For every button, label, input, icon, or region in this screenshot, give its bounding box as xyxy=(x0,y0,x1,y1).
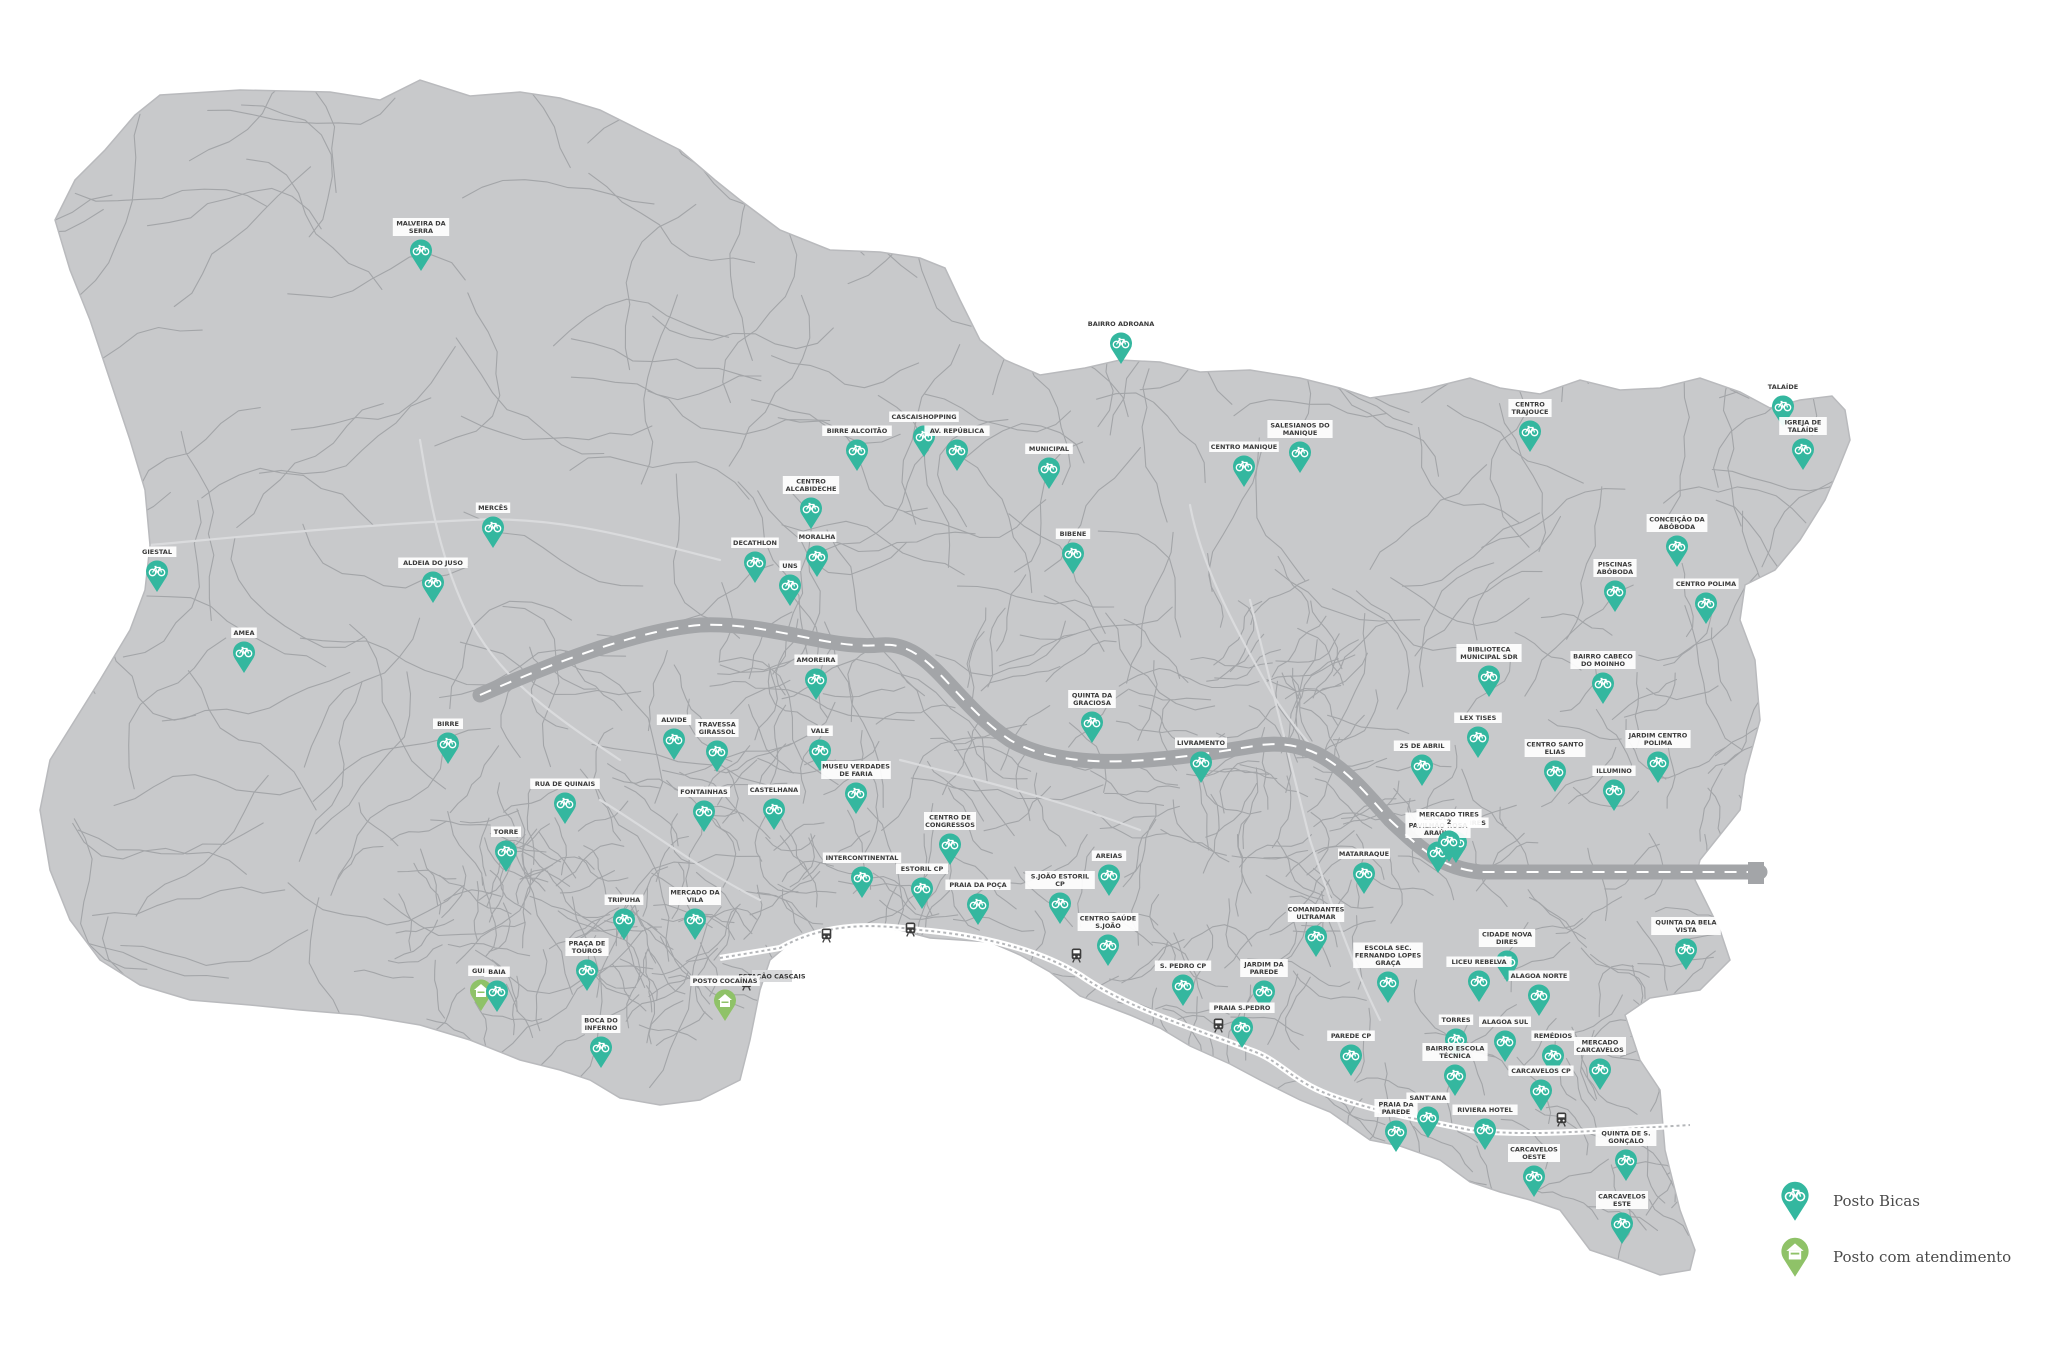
station-label: ILLUMINO xyxy=(1596,767,1632,775)
station-label: TRAJOUCE xyxy=(1512,408,1549,416)
station-label: GIESTAL xyxy=(142,548,172,556)
municipality-map: ESTAÇÃO CASCAIS MALVEIRA DASERRABAIRRO A… xyxy=(39,79,1851,1276)
station-label: ESTORIL CP xyxy=(901,865,944,873)
station-label: TOUROS xyxy=(572,947,603,955)
station-label: ALAGOA NORTE xyxy=(1511,972,1568,980)
station-label: CONGRESSOS xyxy=(925,821,975,829)
train-station-icon xyxy=(905,922,916,937)
station-label: LEX TISES xyxy=(1460,714,1497,722)
station-label: CARCAVELOS xyxy=(1576,1046,1624,1054)
legend-item-bicas: Posto Bicas xyxy=(1780,1180,2030,1236)
station-label: VALE xyxy=(811,727,829,735)
station-label: TALAÍDE xyxy=(1788,425,1818,434)
station-label: BIRRE ALCOITÃO xyxy=(827,426,888,435)
station-label: REMÉDIOS xyxy=(1534,1031,1573,1040)
station-label: AMEA xyxy=(234,629,255,637)
station-label: SANT'ANA xyxy=(1409,1094,1446,1102)
station-label: MUNICIPAL SDR xyxy=(1460,653,1517,661)
station-label: GIRASSOL xyxy=(699,728,736,736)
station-label: ULTRAMAR xyxy=(1296,913,1335,921)
station-label: BAIA xyxy=(488,968,505,976)
map-legend: Posto Bicas Posto com atendimento xyxy=(1780,1180,2030,1292)
station-label: POSTO COCAÍNAS xyxy=(693,976,758,985)
station-label: PAREDE CP xyxy=(1331,1032,1372,1040)
station-label: GRACIOSA xyxy=(1073,699,1111,707)
station-label: ALCABIDECHE xyxy=(786,485,837,493)
station-label: PRAIA S.PEDRO xyxy=(1214,1004,1271,1012)
station-label: AREIAS xyxy=(1096,852,1123,860)
station-label: ALAGOA SUL xyxy=(1482,1018,1528,1026)
station-label: RUA DE QUINAIS xyxy=(535,780,596,788)
station-label: ALDEIA DO JUSO xyxy=(403,559,463,567)
station-label: TORRE xyxy=(494,828,518,836)
station-label: 2 xyxy=(1447,818,1452,826)
station-label: TALAÍDE xyxy=(1768,382,1798,391)
station-label: CP xyxy=(1055,880,1065,888)
station-label: DECATHLON xyxy=(733,539,777,547)
station-label: BIRRE xyxy=(437,720,459,728)
station-label: CENTRO POLIMA xyxy=(1676,580,1736,588)
station-label: 25 DE ABRIL xyxy=(1400,742,1445,750)
station-label: S.JOÃO xyxy=(1095,921,1121,930)
station-label: DIRES xyxy=(1496,938,1518,946)
house-pin-icon xyxy=(1781,1237,1809,1277)
station-label: MATARRAQUE xyxy=(1339,850,1389,858)
station-label: S. PEDRO CP xyxy=(1160,962,1207,970)
station-label: CENTRO MANIQUE xyxy=(1211,443,1277,451)
station-label: PAREDE xyxy=(1250,968,1278,976)
legend-item-service: Posto com atendimento xyxy=(1780,1236,2030,1292)
station-label: CASCAISHOPPING xyxy=(891,413,956,421)
train-station-icon xyxy=(821,928,832,943)
station-label: CARCAVELOS CP xyxy=(1511,1067,1571,1075)
station-label: LICEU REBELVA xyxy=(1451,958,1506,966)
station-label: ABÓBODA xyxy=(1659,522,1695,531)
station-label: PRAIA DA POÇA xyxy=(949,881,1006,889)
station-label: TRIPUHA xyxy=(608,896,640,904)
station-label: PAREDE xyxy=(1382,1108,1410,1116)
station-label: MUNICIPAL xyxy=(1029,445,1069,453)
station-label: MORALHA xyxy=(799,533,836,541)
station-label: MERCÊS xyxy=(478,503,508,512)
station-label: BAIRRO ADROANA xyxy=(1088,320,1155,328)
station-label: SERRA xyxy=(409,227,433,235)
legend-service-label: Posto com atendimento xyxy=(1833,1248,2012,1266)
station-label: OESTE xyxy=(1522,1153,1546,1161)
station-label: RIVIERA HOTEL xyxy=(1457,1106,1513,1114)
station-label: VISTA xyxy=(1675,926,1696,934)
station-label: ABÓBODA xyxy=(1597,567,1633,576)
station-label: POLIMA xyxy=(1644,739,1672,747)
station-label: GONÇALO xyxy=(1608,1137,1644,1145)
station-label: DE FARIA xyxy=(839,770,872,778)
station-label: MANIQUE xyxy=(1283,429,1318,437)
station-label: DO MOINHO xyxy=(1581,660,1625,668)
station-label: ALVIDE xyxy=(661,716,687,724)
station-label: BIBENE xyxy=(1060,530,1087,538)
bike-station-bicas[interactable]: BAIRRO ADROANA xyxy=(1086,318,1156,365)
station-label: ELIAS xyxy=(1545,748,1566,756)
station-label: AV. REPÚBLICA xyxy=(930,426,984,435)
bicycle-pin-icon[interactable] xyxy=(1109,331,1133,365)
station-label: FONTAINHAS xyxy=(680,788,728,796)
station-label: INFERNO xyxy=(585,1024,618,1032)
station-label: LIVRAMENTO xyxy=(1177,739,1225,747)
station-label: ESTE xyxy=(1613,1200,1631,1208)
legend-bicas-label: Posto Bicas xyxy=(1833,1192,1920,1210)
station-label: VILA xyxy=(687,896,704,904)
station-label: TÉCNICA xyxy=(1439,1051,1470,1060)
bicycle-pin-icon xyxy=(1780,1180,1810,1222)
station-label: INTERCONTINENTAL xyxy=(826,854,899,862)
station-label: TORRES xyxy=(1441,1016,1470,1024)
station-label: CASTELHANA xyxy=(750,786,798,794)
station-label: UNS xyxy=(782,562,798,570)
station-label: GRAÇA xyxy=(1375,959,1400,967)
station-label: AMOREIRA xyxy=(797,656,836,664)
